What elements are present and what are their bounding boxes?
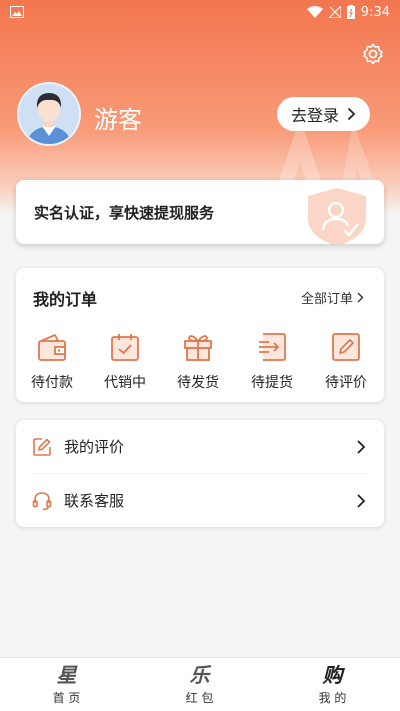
- tab-red-packet[interactable]: 乐 红 包: [133, 658, 266, 711]
- pen-square-icon: [33, 437, 51, 456]
- order-pending-payment[interactable]: 待付款: [19, 330, 85, 392]
- orders-card: 我的订单 全部订单 待付款 代销中 待发货 待提货 待评价: [16, 268, 384, 402]
- order-label: 代销中: [104, 375, 146, 391]
- tab-home[interactable]: 星 首 页: [0, 658, 133, 711]
- default-avatar-icon: [19, 84, 79, 144]
- edit-icon: [332, 333, 360, 361]
- chevron-right-icon: [357, 439, 366, 454]
- tab-label: 首 页: [52, 691, 81, 705]
- order-label: 待提货: [251, 375, 293, 391]
- orders-title: 我的订单: [33, 290, 98, 309]
- calendar-check-icon: [111, 334, 139, 361]
- order-label: 待评价: [325, 375, 367, 391]
- menu-item-my-reviews[interactable]: 我的评价: [16, 420, 384, 473]
- tab-label: 红 包: [185, 691, 214, 705]
- tab-home-icon: 星: [56, 663, 77, 687]
- order-label: 待发货: [177, 375, 219, 391]
- tab-mine[interactable]: 购 我 的: [266, 658, 399, 711]
- image-notification-icon: [10, 6, 24, 18]
- settings-gear-icon[interactable]: [361, 42, 385, 66]
- wallet-icon: [38, 334, 66, 361]
- status-time: 9:34: [360, 4, 390, 20]
- battery-icon: [346, 5, 355, 19]
- menu-item-customer-service[interactable]: 联系客服: [16, 474, 384, 527]
- gift-icon: [184, 335, 212, 361]
- avatar[interactable]: [17, 82, 81, 146]
- wifi-icon: [306, 6, 323, 18]
- order-pending-review[interactable]: 待评价: [313, 330, 379, 392]
- chevron-right-icon: [357, 493, 366, 508]
- tab-red-packet-icon: 乐: [189, 663, 210, 687]
- chevron-right-icon: [347, 107, 356, 121]
- menu-item-label: 联系客服: [64, 492, 125, 510]
- tab-label: 我 的: [318, 691, 347, 705]
- pickup-icon: [259, 333, 286, 361]
- username: 游客: [94, 106, 142, 134]
- menu-item-label: 我的评价: [64, 438, 125, 456]
- verify-banner-text: 实名认证，享快速提现服务: [34, 204, 215, 222]
- id-verification-shield-icon: [308, 188, 366, 244]
- order-pending-shipment[interactable]: 待发货: [165, 330, 231, 392]
- menu-card: 我的评价 联系客服: [16, 420, 384, 527]
- bottom-tab-bar: 星 首 页 乐 红 包 购 我 的: [0, 657, 400, 711]
- chevron-right-icon: [357, 292, 364, 303]
- verify-banner[interactable]: 实名认证，享快速提现服务: [16, 180, 384, 244]
- all-orders-label: 全部订单: [301, 292, 354, 307]
- headset-icon: [32, 491, 52, 510]
- all-orders-link[interactable]: 全部订单: [301, 288, 364, 307]
- signal-icon: [328, 6, 341, 18]
- order-pending-pickup[interactable]: 待提货: [239, 330, 305, 392]
- login-button[interactable]: 去登录: [277, 97, 370, 131]
- order-label: 待付款: [31, 375, 73, 391]
- status-bar: 9:34: [0, 0, 400, 24]
- tab-mine-icon: 购: [322, 663, 343, 687]
- order-on-consignment[interactable]: 代销中: [92, 330, 158, 392]
- login-button-label: 去登录: [290, 106, 339, 125]
